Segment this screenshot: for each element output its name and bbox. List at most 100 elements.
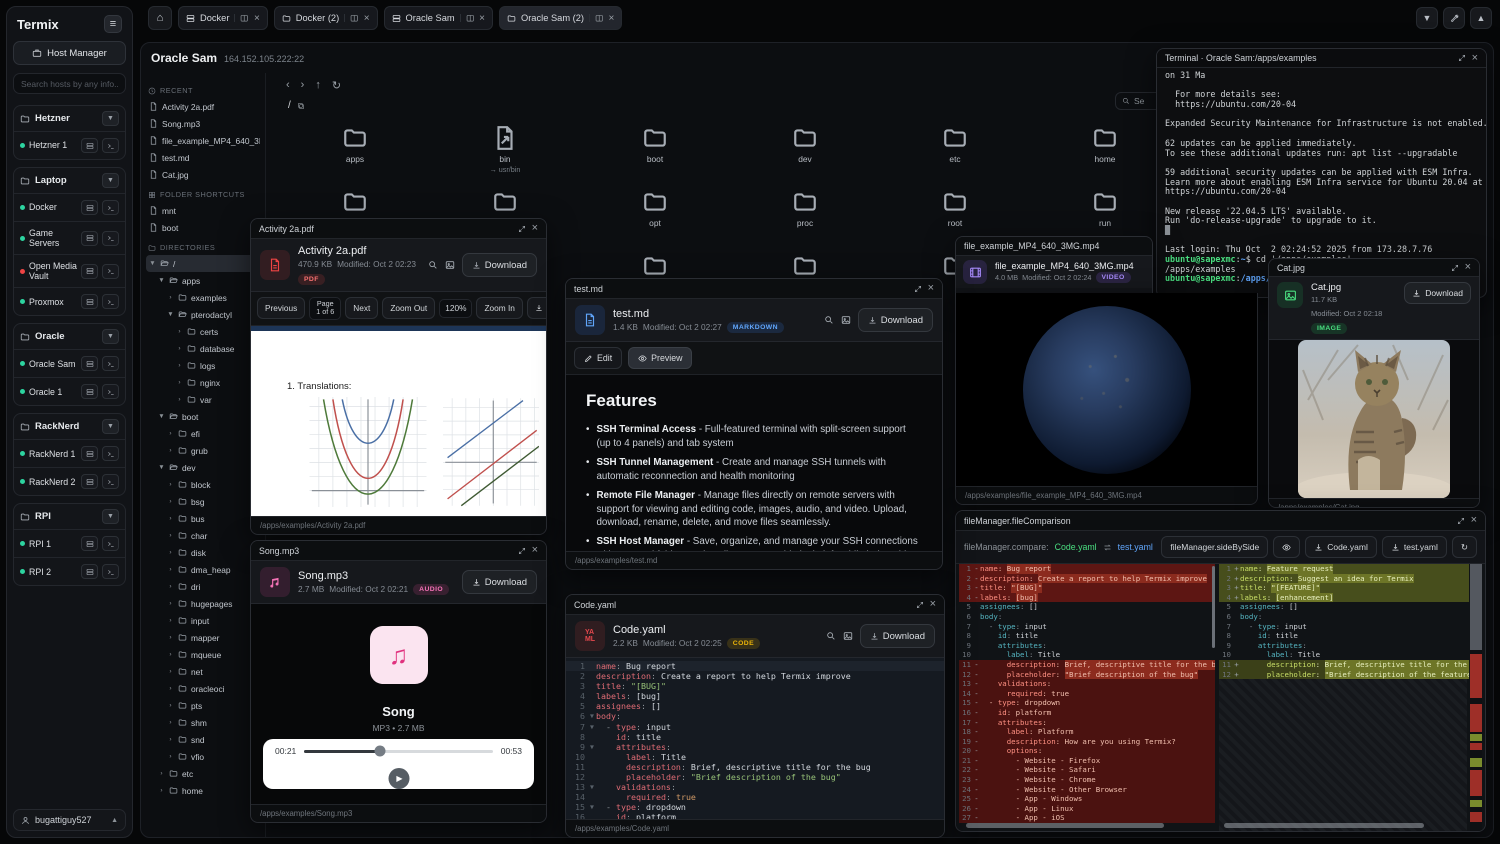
tree-dir-bus[interactable]: ›bus (146, 510, 260, 527)
diff-minimap[interactable] (1470, 564, 1482, 831)
edit-tab[interactable]: Edit (574, 347, 622, 369)
forward-icon[interactable]: › (301, 79, 305, 92)
eye-toggle-button[interactable] (1273, 536, 1300, 558)
folder-opt[interactable]: opt (580, 189, 730, 253)
chevron-down-icon[interactable]: ▼ (102, 419, 119, 434)
host-item-game-servers[interactable]: Game Servers (14, 221, 125, 254)
pdf-previous-button[interactable]: Previous (257, 297, 305, 319)
refresh-icon[interactable]: ↻ (1452, 536, 1477, 558)
chevron-right-icon[interactable]: › (167, 668, 174, 675)
close-icon[interactable]: × (254, 13, 260, 24)
host-item-open-media-vault[interactable]: Open Media Vault (14, 254, 125, 287)
file-manager-button[interactable] (81, 264, 98, 279)
search-icon[interactable] (428, 260, 438, 270)
download-file-a-button[interactable]: Code.yaml (1305, 536, 1377, 558)
file-manager-button[interactable] (81, 200, 98, 215)
host-item-rpi-1[interactable]: RPI 1 (14, 529, 125, 557)
seek-slider[interactable] (304, 750, 492, 753)
recent-file-item[interactable]: file_example_MP4_640_3MG... (146, 132, 260, 149)
code-titlebar[interactable]: Code.yaml × (566, 595, 944, 615)
tree-dir-var[interactable]: ›var (146, 391, 260, 408)
file-manager-button[interactable] (81, 564, 98, 579)
diff-right-hscrollbar[interactable] (1224, 823, 1424, 828)
host-item-proxmox[interactable]: Proxmox (14, 287, 125, 315)
tree-dir-home[interactable]: ›home (146, 782, 260, 799)
chevron-right-icon[interactable]: › (176, 379, 183, 386)
code-editor[interactable]: 1 name: Bug report2 description: Create … (566, 658, 944, 819)
folder-etc[interactable]: etc (880, 125, 1030, 189)
chevron-down-icon[interactable]: ▼ (158, 464, 165, 471)
shortcut-item[interactable]: mnt (146, 202, 260, 219)
tree-dir-nginx[interactable]: ›nginx (146, 374, 260, 391)
chevron-down-icon[interactable]: ▼ (1416, 7, 1438, 29)
image-titlebar[interactable]: Cat.jpg × (1269, 259, 1479, 277)
refresh-icon[interactable]: ↻ (332, 79, 341, 92)
chevron-right-icon[interactable]: › (167, 617, 174, 624)
chevron-right-icon[interactable]: › (167, 719, 174, 726)
file-manager-button[interactable] (81, 138, 98, 153)
copy-path-icon[interactable] (297, 102, 305, 110)
close-icon[interactable]: × (364, 13, 370, 24)
chevron-right-icon[interactable]: › (158, 770, 165, 777)
terminal-button[interactable] (102, 536, 119, 551)
host-item-oracle-sam[interactable]: Oracle Sam (14, 349, 125, 377)
chevron-right-icon[interactable]: › (167, 515, 174, 522)
download-button[interactable]: Download (462, 570, 537, 594)
chevron-right-icon[interactable]: › (167, 736, 174, 743)
hamburger-menu-icon[interactable]: ≡ (104, 15, 122, 33)
close-icon[interactable]: × (928, 283, 934, 294)
chevron-right-icon[interactable]: › (176, 362, 183, 369)
close-icon[interactable]: × (532, 223, 538, 234)
tree-dir-vfio[interactable]: ›vfio (146, 748, 260, 765)
pdf-titlebar[interactable]: Activity 2a.pdf × (251, 219, 546, 239)
panel-icon[interactable] (445, 260, 455, 270)
video-titlebar[interactable]: file_example_MP4_640_3MG.mp4 (956, 237, 1152, 256)
tree-dir-snd[interactable]: ›snd (146, 731, 260, 748)
chevron-down-icon[interactable]: ▼ (102, 329, 119, 344)
tree-dir-dev[interactable]: ▼dev (146, 459, 260, 476)
close-icon[interactable]: × (1472, 53, 1478, 64)
expand-icon[interactable] (1457, 517, 1465, 525)
chevron-down-icon[interactable]: ▼ (167, 311, 174, 318)
markdown-titlebar[interactable]: test.md × (566, 279, 942, 299)
chevron-right-icon[interactable]: › (167, 702, 174, 709)
download-button[interactable]: Download (1404, 282, 1471, 304)
tree-dir-database[interactable]: ›database (146, 340, 260, 357)
search-icon[interactable] (824, 315, 834, 325)
chevron-down-icon[interactable]: ▼ (102, 173, 119, 188)
panel-icon[interactable] (841, 315, 851, 325)
download-button[interactable]: Download (858, 308, 933, 332)
tree-dir-mqueue[interactable]: ›mqueue (146, 646, 260, 663)
fold-chevron-icon[interactable]: ▼ (588, 802, 596, 812)
chevron-down-icon[interactable]: ▼ (102, 509, 119, 524)
tree-dir-shm[interactable]: ›shm (146, 714, 260, 731)
pdf-next-button[interactable]: Next (345, 297, 378, 319)
video-player[interactable] (956, 293, 1257, 486)
chevron-right-icon[interactable]: › (167, 447, 174, 454)
host-manager-button[interactable]: Host Manager (13, 41, 126, 65)
chevron-right-icon[interactable]: › (158, 787, 165, 794)
tab-oracle-sam-2-[interactable]: Oracle Sam (2)× (499, 6, 622, 30)
tree-dir-input[interactable]: ›input (146, 612, 260, 629)
markdown-preview[interactable]: Features •SSH Terminal Access - Full-fea… (566, 375, 942, 551)
chevron-right-icon[interactable]: › (167, 481, 174, 488)
side-by-side-button[interactable]: fileManager.sideBySide (1161, 536, 1268, 558)
chevron-down-icon[interactable]: ▼ (149, 260, 156, 267)
terminal-button[interactable] (102, 384, 119, 399)
tree-dir-block[interactable]: ›block (146, 476, 260, 493)
host-group-header[interactable]: Hetzner▼ (14, 106, 125, 131)
tree-dir-certs[interactable]: ›certs (146, 323, 260, 340)
file-manager-button[interactable] (81, 474, 98, 489)
tree-dir--[interactable]: ▼/ (146, 255, 260, 272)
pdf-zoom-in-button[interactable]: Zoom In (476, 297, 522, 319)
terminal-button[interactable] (102, 356, 119, 371)
chevron-down-icon[interactable]: ▼ (158, 277, 165, 284)
host-item-racknerd-1[interactable]: RackNerd 1 (14, 439, 125, 467)
home-tab-button[interactable]: ⌂ (148, 6, 172, 30)
fold-chevron-icon[interactable]: ▼ (588, 722, 596, 732)
tree-dir-hugepages[interactable]: ›hugepages (146, 595, 260, 612)
tree-dir-pts[interactable]: ›pts (146, 697, 260, 714)
download-button[interactable]: Download (860, 624, 935, 648)
file-manager-button[interactable] (81, 446, 98, 461)
tree-dir-etc[interactable]: ›etc (146, 765, 260, 782)
